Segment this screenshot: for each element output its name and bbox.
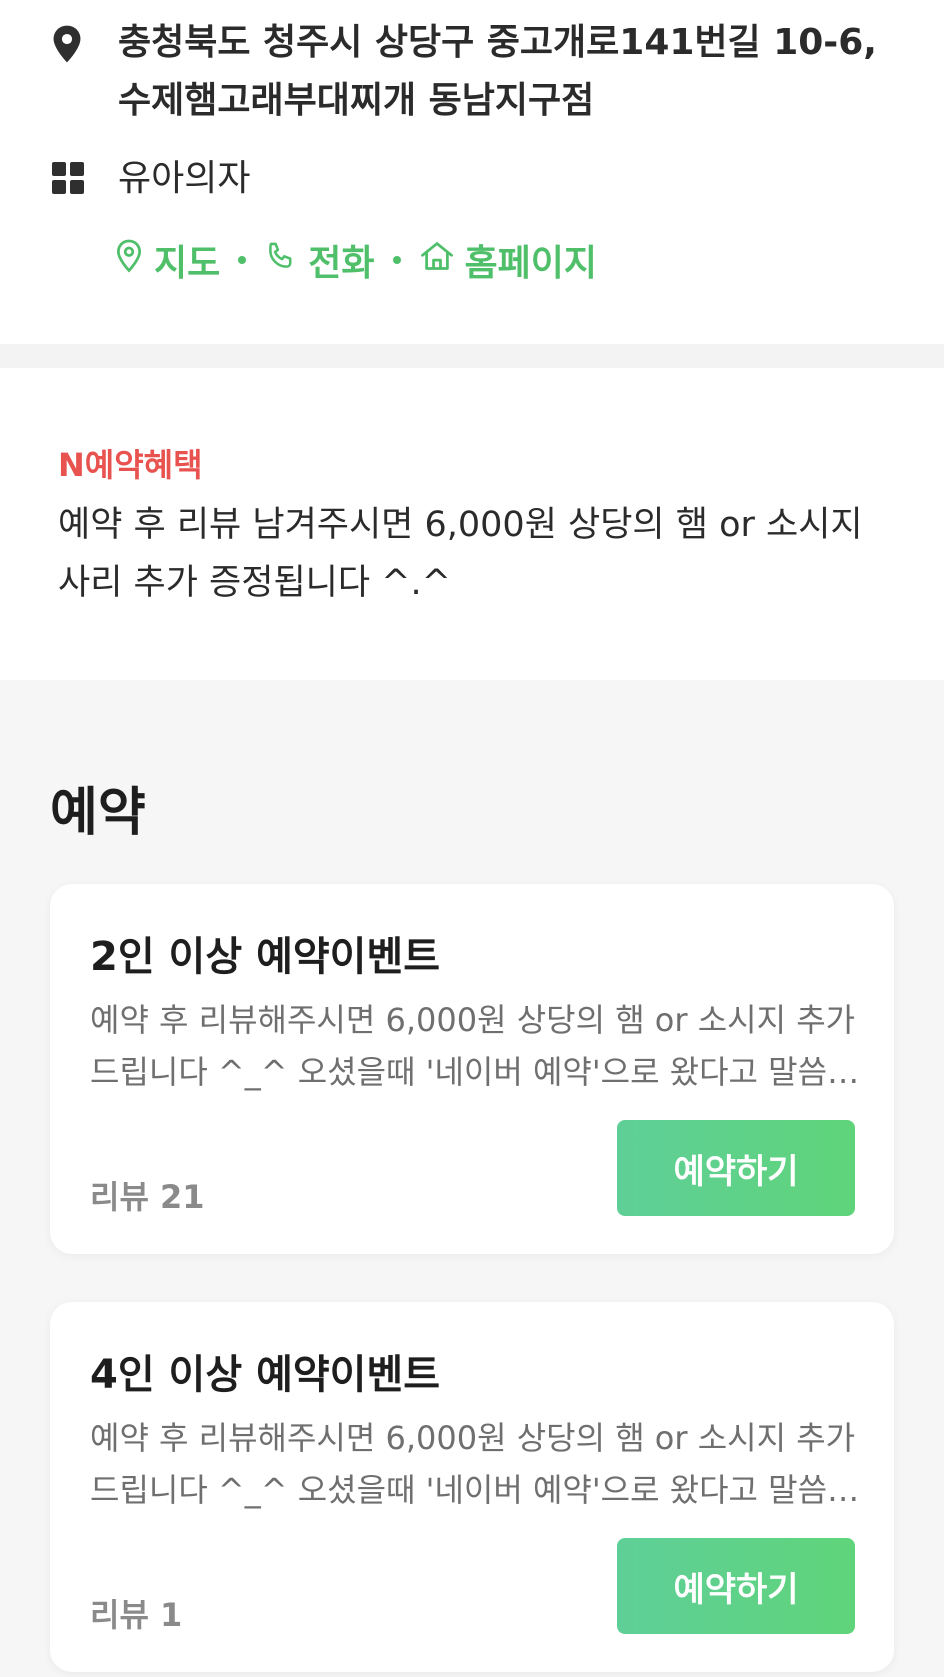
booking-card[interactable]: 2인 이상 예약이벤트 예약 후 리뷰해주시면 6,000원 상당의 햄 or … [50, 884, 894, 1254]
phone-icon [264, 239, 308, 282]
location-pin-icon [50, 24, 84, 68]
homepage-link-label: 홈페이지 [464, 243, 597, 284]
booking-card-title: 4인 이상 예약이벤트 [90, 1352, 441, 1398]
booking-section: 예약 2인 이상 예약이벤트 예약 후 리뷰해주시면 6,000원 상당의 햄 … [0, 680, 944, 1677]
booking-card-description: 예약 후 리뷰해주시면 6,000원 상당의 햄 or 소시지 추가 드립니다 … [90, 1001, 857, 1091]
separator-dot [238, 256, 247, 264]
benefit-text: 예약 후 리뷰 남겨주시면 6,000원 상당의 햄 or 소시지 사리 추가 … [58, 505, 863, 603]
booking-card-description: 예약 후 리뷰해주시면 6,000원 상당의 햄 or 소시지 추가 드립니다 … [90, 1419, 857, 1509]
place-links: 지도 전화 홈페이지 [114, 230, 597, 290]
reserve-button[interactable]: 예약하기 [617, 1120, 855, 1216]
map-link[interactable]: 지도 [114, 234, 220, 286]
reserve-button[interactable]: 예약하기 [617, 1538, 855, 1634]
map-link-label: 지도 [154, 243, 221, 284]
map-pin-outline-icon [114, 238, 154, 283]
separator-dot [392, 256, 401, 264]
section-divider [0, 344, 944, 368]
booking-section-title: 예약 [50, 783, 146, 843]
booking-card-title: 2인 이상 예약이벤트 [90, 934, 441, 980]
phone-link-label: 전화 [308, 243, 375, 284]
category-grid-icon [52, 162, 84, 198]
phone-link[interactable]: 전화 [264, 234, 375, 286]
category-text: 유아의자 [118, 158, 251, 199]
booking-card-review-count[interactable]: 리뷰 1 [90, 1590, 182, 1636]
booking-card[interactable]: 4인 이상 예약이벤트 예약 후 리뷰해주시면 6,000원 상당의 햄 or … [50, 1302, 894, 1672]
booking-benefit-section: N예약혜택 예약 후 리뷰 남겨주시면 6,000원 상당의 햄 or 소시지 … [0, 368, 944, 680]
benefit-title: N예약혜택 [58, 446, 203, 484]
address-text: 충청북도 청주시 상당구 중고개로141번길 10-6, 수제햄고래부대찌개 동… [118, 22, 877, 121]
homepage-link[interactable]: 홈페이지 [419, 234, 597, 286]
place-info-section: 충청북도 청주시 상당구 중고개로141번길 10-6, 수제햄고래부대찌개 동… [0, 0, 944, 344]
home-icon [419, 239, 465, 282]
booking-card-review-count[interactable]: 리뷰 21 [90, 1172, 205, 1218]
